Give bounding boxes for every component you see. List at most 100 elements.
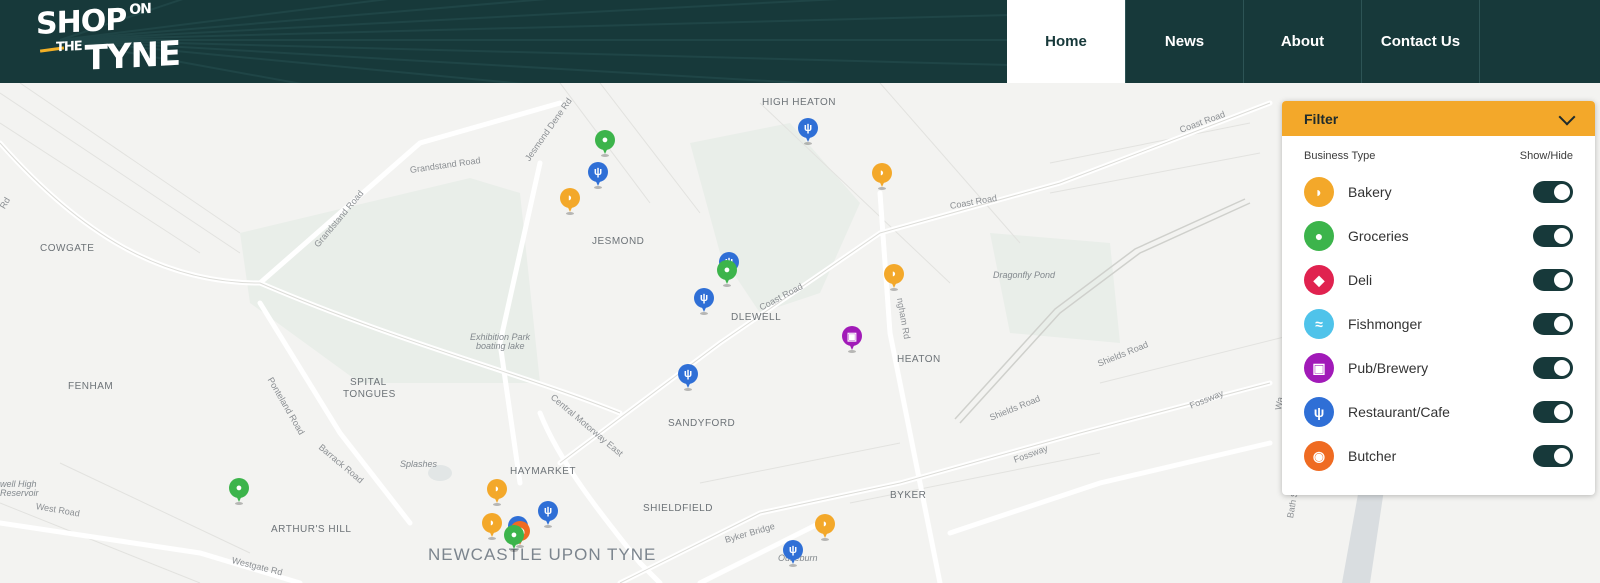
map-marker-groceries[interactable]: ● <box>717 260 737 287</box>
apple-icon: ● <box>1304 221 1334 251</box>
main-nav: Home News About Contact Us <box>1007 0 1599 83</box>
place-spital: SPITAL <box>350 377 387 388</box>
map-marker-restaurant-cafe[interactable]: ψ <box>783 540 803 567</box>
map-marker-bakery[interactable]: ◗ <box>560 188 580 215</box>
map-marker-restaurant-cafe[interactable]: ψ <box>798 118 818 145</box>
bread-icon: ◗ <box>482 513 502 533</box>
filter-row-deli: ◆ Deli <box>1304 258 1573 302</box>
filter-label-groceries: Groceries <box>1348 228 1409 244</box>
toggle-restaurant-cafe[interactable] <box>1533 401 1573 423</box>
apple-icon: ● <box>595 130 615 150</box>
filter-row-pub-brewery: ▣ Pub/Brewery <box>1304 346 1573 390</box>
beer-mug-icon: ▣ <box>1304 353 1334 383</box>
marker-shadow <box>684 388 692 391</box>
place-reservoir: Reservoir <box>0 488 39 498</box>
nav-about[interactable]: About <box>1243 0 1361 83</box>
marker-shadow <box>878 187 886 190</box>
filter-row-butcher: ◉ Butcher <box>1304 434 1573 478</box>
beer-mug-icon: ▣ <box>842 326 862 346</box>
logo-word-tyne: TYNE <box>84 33 181 79</box>
road-shields <box>617 380 1273 583</box>
road-chillingham <box>877 190 943 583</box>
marker-shadow <box>566 212 574 215</box>
filter-header[interactable]: Filter <box>1282 101 1595 136</box>
map-marker-restaurant-cafe[interactable]: ψ <box>588 162 608 189</box>
map-marker-bakery[interactable]: ◗ <box>872 163 892 190</box>
map-marker-restaurant-cafe[interactable]: ψ <box>538 501 558 528</box>
filter-list: ◗ Bakery ● Groceries ◆ Deli ≈ Fishmonger… <box>1282 162 1595 478</box>
map-marker-bakery[interactable]: ◗ <box>884 264 904 291</box>
marker-shadow <box>821 538 829 541</box>
nav-contact-us[interactable]: Contact Us <box>1361 0 1479 83</box>
nav-home[interactable]: Home <box>1007 0 1125 83</box>
marker-shadow <box>235 502 243 505</box>
filter-row-bakery: ◗ Bakery <box>1304 170 1573 214</box>
map-marker-bakery[interactable]: ◗ <box>815 514 835 541</box>
toggle-knob <box>1554 184 1570 200</box>
nav-spacer <box>1479 0 1599 83</box>
filter-label-bakery: Bakery <box>1348 184 1392 200</box>
marker-shadow <box>510 549 518 552</box>
map-marker-pub-brewery[interactable]: ▣ <box>842 326 862 353</box>
filter-panel: Filter Business Type Show/Hide ◗ Bakery … <box>1282 101 1595 495</box>
place-newcastle-upon-tyne: NEWCASTLE UPON TYNE <box>428 545 657 564</box>
map-marker-restaurant-cafe[interactable]: ψ <box>678 364 698 391</box>
cutlery-icon: ψ <box>678 364 698 384</box>
marker-shadow <box>488 537 496 540</box>
filter-label-deli: Deli <box>1348 272 1373 288</box>
steak-icon: ◉ <box>1304 441 1334 471</box>
place-fenham: FENHAM <box>68 381 114 392</box>
marker-shadow <box>804 142 812 145</box>
map-marker-groceries[interactable]: ● <box>504 525 524 552</box>
filter-row-restaurant-cafe: ψ Restaurant/Cafe <box>1304 390 1573 434</box>
map-marker-bakery[interactable]: ◗ <box>487 479 507 506</box>
logo-word-the: THE <box>56 38 82 56</box>
cutlery-icon: ψ <box>798 118 818 138</box>
bread-icon: ◗ <box>815 514 835 534</box>
map-marker-groceries[interactable]: ● <box>595 130 615 157</box>
toggle-bakery[interactable] <box>1533 181 1573 203</box>
place-arthurs-hill: ARTHUR'S HILL <box>271 524 352 535</box>
road-west <box>0 520 303 583</box>
filter-label-butcher: Butcher <box>1348 448 1397 464</box>
filter-row-fishmonger: ≈ Fishmonger <box>1304 302 1573 346</box>
toggle-groceries[interactable] <box>1533 225 1573 247</box>
marker-shadow <box>700 312 708 315</box>
marker-shadow <box>493 503 501 506</box>
place-high-heaton: HIGH HEATON <box>762 97 837 108</box>
site-header: SHOP ON THETYNE Home News About Contact U… <box>0 0 1600 83</box>
place-byker: BYKER <box>890 490 927 501</box>
place-heaton: HEATON <box>897 354 941 365</box>
place-tongues: TONGUES <box>343 389 396 400</box>
toggle-butcher[interactable] <box>1533 445 1573 467</box>
site-logo[interactable]: SHOP ON THETYNE <box>36 0 180 79</box>
marker-shadow <box>848 350 856 353</box>
filter-column-headers: Business Type Show/Hide <box>1282 136 1595 162</box>
toggle-fishmonger[interactable] <box>1533 313 1573 335</box>
place-boating-lake: boating lake <box>476 341 525 351</box>
apple-icon: ● <box>504 525 524 545</box>
toggle-pub-brewery[interactable] <box>1533 357 1573 379</box>
marker-shadow <box>601 154 609 157</box>
chevron-down-icon[interactable] <box>1558 108 1576 125</box>
filter-col-business-type: Business Type <box>1304 150 1376 162</box>
marker-shadow <box>594 186 602 189</box>
toggle-knob <box>1554 272 1570 288</box>
map-marker-bakery[interactable]: ◗ <box>482 513 502 540</box>
apple-icon: ● <box>229 478 249 498</box>
cutlery-icon: ψ <box>588 162 608 182</box>
place-cowgate: COWGATE <box>40 243 95 254</box>
filter-col-show-hide: Show/Hide <box>1519 150 1573 162</box>
jesmond-dene-area <box>690 123 860 313</box>
place-dragonfly-pond: Dragonfly Pond <box>993 270 1056 280</box>
logo-word-on: ON <box>129 0 151 19</box>
place-stoddlewell: DLEWELL <box>731 312 782 323</box>
logo-word-shop: SHOP <box>36 2 127 43</box>
map-marker-restaurant-cafe[interactable]: ψ <box>694 288 714 315</box>
toggle-knob <box>1554 316 1570 332</box>
map-marker-groceries[interactable]: ● <box>229 478 249 505</box>
toggle-deli[interactable] <box>1533 269 1573 291</box>
cutlery-icon: ψ <box>783 540 803 560</box>
nav-news[interactable]: News <box>1125 0 1243 83</box>
place-haymarket: HAYMARKET <box>510 466 576 477</box>
